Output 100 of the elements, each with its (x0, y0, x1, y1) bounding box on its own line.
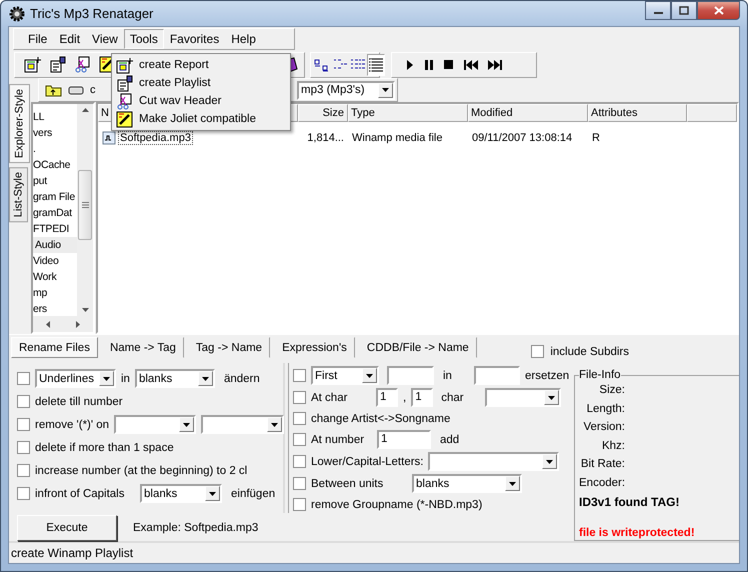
dropdown-field[interactable]: blanks (134, 369, 215, 388)
drive-icon[interactable] (68, 86, 84, 94)
checkbox[interactable] (293, 433, 306, 446)
report-icon[interactable] (116, 56, 133, 74)
menu-item[interactable]: Favorites (164, 29, 226, 49)
checkbox[interactable] (531, 345, 544, 358)
maximize-button[interactable] (671, 1, 697, 20)
folder-item[interactable]: Audio (33, 237, 77, 253)
next-icon[interactable] (488, 60, 502, 70)
input-field[interactable]: 1 (377, 430, 431, 449)
execute-button[interactable]: Execute (17, 515, 117, 541)
column-header[interactable]: Type (348, 104, 468, 122)
column-header[interactable]: Size (298, 104, 348, 122)
dropdown-field[interactable] (114, 415, 196, 434)
menu-entry[interactable]: create Playlist (114, 74, 288, 92)
option-label: change Artist<->Songname (311, 412, 450, 424)
scroll-right-icon[interactable] (76, 320, 80, 328)
input-field[interactable]: 1 (376, 388, 398, 407)
folder-item[interactable]: FTPEDI (33, 221, 77, 237)
checkbox[interactable] (17, 441, 30, 454)
menu-item[interactable]: File (22, 29, 54, 49)
filter-dropdown[interactable]: mp3 (Mp3's) (297, 80, 395, 100)
folder-item[interactable]: vers (33, 125, 77, 141)
dropdown-field[interactable] (485, 388, 562, 407)
horizontal-scrollbar[interactable] (33, 316, 93, 332)
scroll-left-icon[interactable] (46, 320, 50, 328)
checkbox[interactable] (293, 412, 306, 425)
checkbox[interactable] (17, 372, 30, 385)
tab[interactable]: Rename Files (11, 337, 98, 358)
menu-item[interactable]: Help (225, 29, 262, 49)
option-label: increase number (at the beginning) to 2 cl (35, 464, 248, 476)
tab[interactable]: Name -> Tag (102, 337, 184, 358)
menu-entry[interactable]: create Report (114, 56, 288, 74)
column-header[interactable]: Modified (468, 104, 588, 122)
previous-icon[interactable] (464, 60, 478, 70)
folder-item[interactable]: ers (33, 301, 77, 316)
side-tab[interactable]: Explorer-Style (9, 84, 30, 164)
tab[interactable]: Expression's (274, 337, 355, 358)
checkbox[interactable] (293, 477, 306, 490)
folder-item[interactable]: . (33, 141, 77, 157)
stop-icon[interactable] (444, 60, 454, 70)
folder-item[interactable]: LL (33, 109, 77, 125)
scissors-icon[interactable] (74, 56, 91, 73)
report-icon[interactable] (24, 56, 41, 73)
checkbox[interactable] (17, 464, 30, 477)
minimize-button[interactable] (645, 1, 671, 20)
list-view-icon (350, 58, 366, 72)
play-icon[interactable] (406, 60, 414, 70)
folder-item[interactable]: put (33, 173, 77, 189)
gear-icon (9, 6, 25, 22)
option-label: in (442, 370, 453, 382)
column-header[interactable]: Attributes (588, 104, 687, 122)
pencil-icon[interactable] (116, 110, 133, 128)
menu-item[interactable]: Edit (53, 29, 86, 49)
pause-icon[interactable] (424, 60, 434, 70)
column-header[interactable] (687, 104, 737, 122)
option-label: delete if more than 1 space (35, 442, 174, 454)
dropdown-field[interactable] (201, 415, 284, 434)
side-tab[interactable]: List-Style (9, 167, 28, 222)
option-label: ändern (224, 372, 260, 384)
folder-item[interactable]: OCache (33, 157, 77, 173)
checkbox[interactable] (293, 391, 306, 404)
checkbox[interactable] (293, 455, 306, 468)
tab[interactable]: CDDB/File -> Name (358, 337, 477, 358)
folder-up-icon[interactable] (45, 83, 62, 97)
input-field[interactable] (474, 366, 520, 385)
folder-item[interactable]: gram File (33, 189, 77, 205)
menu-entry[interactable]: Cut wav Header (114, 92, 288, 110)
folder-item[interactable]: Work (33, 269, 77, 285)
folder-item[interactable]: mp (33, 285, 77, 301)
tag-status: ID3v1 found TAG! (579, 495, 680, 509)
scroll-down-icon[interactable] (82, 308, 88, 312)
dropdown-field[interactable]: First (311, 366, 379, 385)
dropdown-field[interactable]: Underlines (35, 369, 116, 388)
menu-item[interactable]: View (86, 29, 124, 49)
menu-item[interactable]: Tools (124, 29, 164, 49)
info-label: Size: (598, 383, 625, 398)
view-mode-button[interactable] (367, 54, 385, 76)
input-field[interactable] (387, 366, 434, 385)
folder-item[interactable]: gramDat (33, 205, 77, 221)
dropdown-field[interactable]: blanks (140, 484, 222, 503)
close-button[interactable] (697, 1, 740, 20)
checkbox[interactable] (17, 487, 30, 500)
checkbox[interactable] (293, 498, 306, 511)
folder-item[interactable]: Video (33, 253, 77, 269)
input-field[interactable]: 1 (411, 388, 434, 407)
tab[interactable]: Tag -> Name (188, 337, 270, 358)
menu-entry[interactable]: Make Joliet compatible (114, 110, 288, 128)
vertical-scrollbar[interactable] (77, 104, 93, 316)
checkbox[interactable] (293, 369, 306, 382)
table-cell-text: 09/11/2007 13:08:14 (471, 132, 574, 144)
dropdown-field[interactable]: blanks (412, 474, 522, 493)
info-label: Khz: (600, 438, 625, 454)
scroll-up-icon[interactable] (82, 108, 88, 112)
checkbox[interactable] (17, 418, 30, 431)
dropdown-field[interactable] (428, 452, 559, 471)
scissors-icon[interactable] (116, 92, 133, 110)
document-icon[interactable] (49, 56, 66, 73)
document-icon[interactable] (116, 74, 133, 92)
checkbox[interactable] (17, 395, 30, 408)
